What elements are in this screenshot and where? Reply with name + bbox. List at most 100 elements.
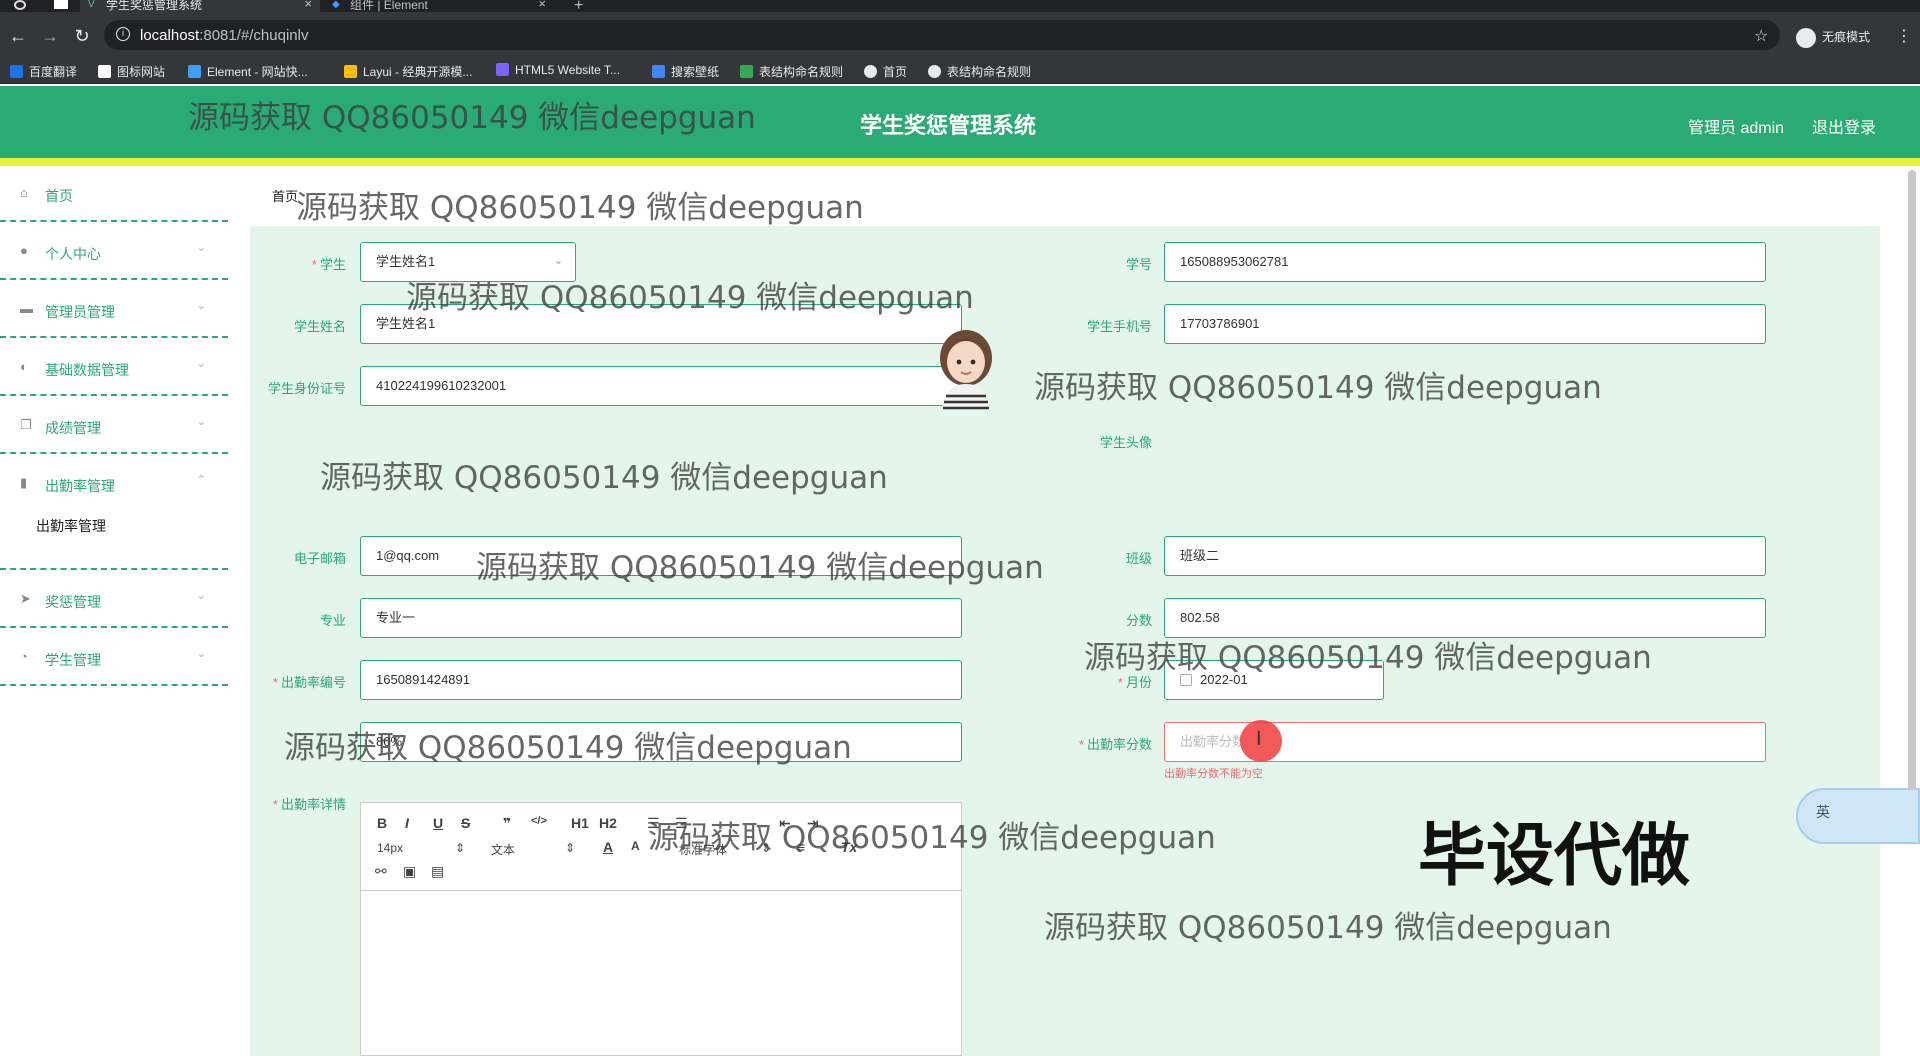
bookmark-item[interactable]: 搜索壁纸 [652,63,719,80]
updown-icon: ⇕ [455,841,466,855]
sidebar-item-grades[interactable]: ❐ 成绩管理 ⌄ [0,398,228,454]
video-icon[interactable]: ▤ [431,863,444,880]
chat-icon: ▬ [20,301,33,316]
sidebar-item-rewards[interactable]: ➤ 奖惩管理 ⌄ [0,572,228,628]
bookmark-item[interactable]: 百度翻译 [10,63,77,80]
h1-button[interactable]: H1 [571,815,589,831]
tab-student-system[interactable]: V 学生奖惩管理系统 × [80,0,320,12]
element-icon [188,65,201,78]
watermark-text: 源码获取 QQ86050149 微信deepguan [320,460,888,496]
watermark-text: 源码获取 QQ86050149 微信deepguan [1044,910,1612,946]
bookmark-item[interactable]: 表结构命名规则 [740,63,843,80]
bookmark-item[interactable]: Element - 网站快... [188,63,308,80]
ime-widget-label: 英 [1816,804,1830,820]
sidebar-item-label: 学生管理 [45,652,101,668]
info-icon[interactable]: i [116,27,130,41]
bookmark-label: 表结构命名规则 [947,65,1032,79]
score-label: 分数 [1125,613,1152,628]
forward-icon[interactable]: → [40,26,60,47]
layui-icon [344,65,357,78]
incognito-label: 无痕模式 [1822,30,1871,45]
id-card-label: 学生身份证号 [267,381,346,396]
watermark-text: 源码获取 QQ86050149 微信deepguan [188,100,756,136]
header-divider [0,158,1920,166]
sidebar-item-students[interactable]: ◔ 学生管理 ⌄ [0,630,228,686]
watermark-text: 源码获取 QQ86050149 微信deepguan [284,730,852,766]
id-card-field[interactable]: 410224199610232001 [360,366,962,406]
bg-color-icon[interactable]: A [631,839,640,853]
blockquote-button[interactable]: ❞ [503,815,511,832]
chart-icon: ▮ [20,475,28,490]
avatar-label: 学生头像 [1099,435,1152,450]
element-icon: ◆ [332,0,340,10]
browser-logo-icon [14,0,26,10]
incognito-indicator[interactable]: 无痕模式 [1796,28,1870,48]
breadcrumb-home[interactable]: 首页 [272,186,298,205]
code-button[interactable]: </> [531,815,547,827]
sidebar-item-profile[interactable]: ● 个人中心 ⌄ [0,224,228,280]
image-icon[interactable]: ▣ [403,863,416,880]
chevron-down-icon: ⌄ [196,242,206,254]
admin-label: 管理员 admin [1688,120,1785,137]
bookmark-item[interactable]: 表结构命名规则 [928,63,1031,80]
major-field[interactable]: 专业一 [360,598,962,638]
sidebar-item-label: 基础数据管理 [45,362,129,378]
sidebar-subitem-attendance[interactable]: 出勤率管理 [36,516,106,536]
back-icon[interactable]: ← [8,26,28,47]
menu-icon[interactable]: ⋮ [1896,26,1912,46]
strike-button[interactable]: S [461,815,470,831]
watermark-text: 源码获取 QQ86050149 微信deepguan [476,550,1044,586]
attendance-no-field[interactable]: 1650891424891 [360,660,962,700]
close-icon[interactable]: × [304,0,312,10]
globe-icon [928,65,941,78]
class-field[interactable]: 班级二 [1164,536,1766,576]
sidebar-item-basedata[interactable]: ◐ 基础数据管理 ⌄ [0,340,228,396]
user-icon: ● [20,243,28,258]
watermark-text: 源码获取 QQ86050149 微信deepguan [1034,370,1602,406]
bookmark-label: 图标网站 [117,65,166,79]
chevron-up-icon: ⌃ [196,474,206,486]
flag-icon [98,65,111,78]
class-label: 班级 [1125,551,1152,566]
bold-button[interactable]: B [377,815,387,831]
font-size-select[interactable]: 14px [377,841,403,855]
student-no-field[interactable]: 165088953062781 [1164,242,1766,282]
mic-icon: ◐ [20,359,28,374]
tab-element[interactable]: ◆ 组件 | Element × [324,0,554,12]
sidebar-item-admins[interactable]: ▬ 管理员管理 ⌄ [0,282,228,338]
font-color-icon[interactable]: A [603,839,613,855]
watermark-text: 源码获取 QQ86050149 微信deepguan [648,820,1216,856]
sidebar-item-home[interactable]: ⌂ 首页 [0,166,228,222]
gauge-icon: ◔ [20,649,28,664]
send-icon: ➤ [20,591,31,606]
h2-button[interactable]: H2 [599,815,617,831]
globe-icon [864,65,877,78]
updown-icon: ⇕ [565,841,576,855]
ime-widget[interactable]: 英 [1796,788,1920,844]
page-scrollbar[interactable] [1908,170,1916,790]
block-type-select[interactable]: 文本 [491,841,515,858]
reload-icon[interactable]: ↻ [72,26,92,47]
phone-field[interactable]: 17703786901 [1164,304,1766,344]
url-input[interactable]: i localhost:8081/#/chuqinlv [104,20,1780,50]
sidebar-item-attendance[interactable]: ▮ 出勤率管理 ⌃ [0,456,228,570]
underline-button[interactable]: U [433,815,443,831]
bookmark-item[interactable]: 首页 [864,63,907,80]
student-avatar[interactable] [930,322,1002,410]
bookmark-label: 百度翻译 [29,65,78,79]
logout-button[interactable]: 退出登录 [1812,114,1876,138]
chevron-down-icon: ⌄ [196,416,206,428]
promo-text: 毕设代做 [1418,817,1691,896]
close-icon[interactable]: × [538,0,546,10]
italic-button[interactable]: I [405,815,409,831]
sheet-icon [740,65,753,78]
student-select-value: 学生姓名1 [376,254,436,269]
bookmark-star-icon[interactable]: ☆ [1754,26,1768,46]
bookmark-item[interactable]: 图标网站 [98,63,165,80]
link-icon[interactable]: ⚯ [375,863,387,880]
detail-label: * 出勤率详情 [272,797,346,812]
window-icon [54,0,68,9]
bookmark-item[interactable]: HTML5 Website T... [496,63,620,77]
bookmark-label: Element - 网站快... [207,65,308,79]
bookmark-item[interactable]: Layui - 经典开源模... [344,63,472,80]
